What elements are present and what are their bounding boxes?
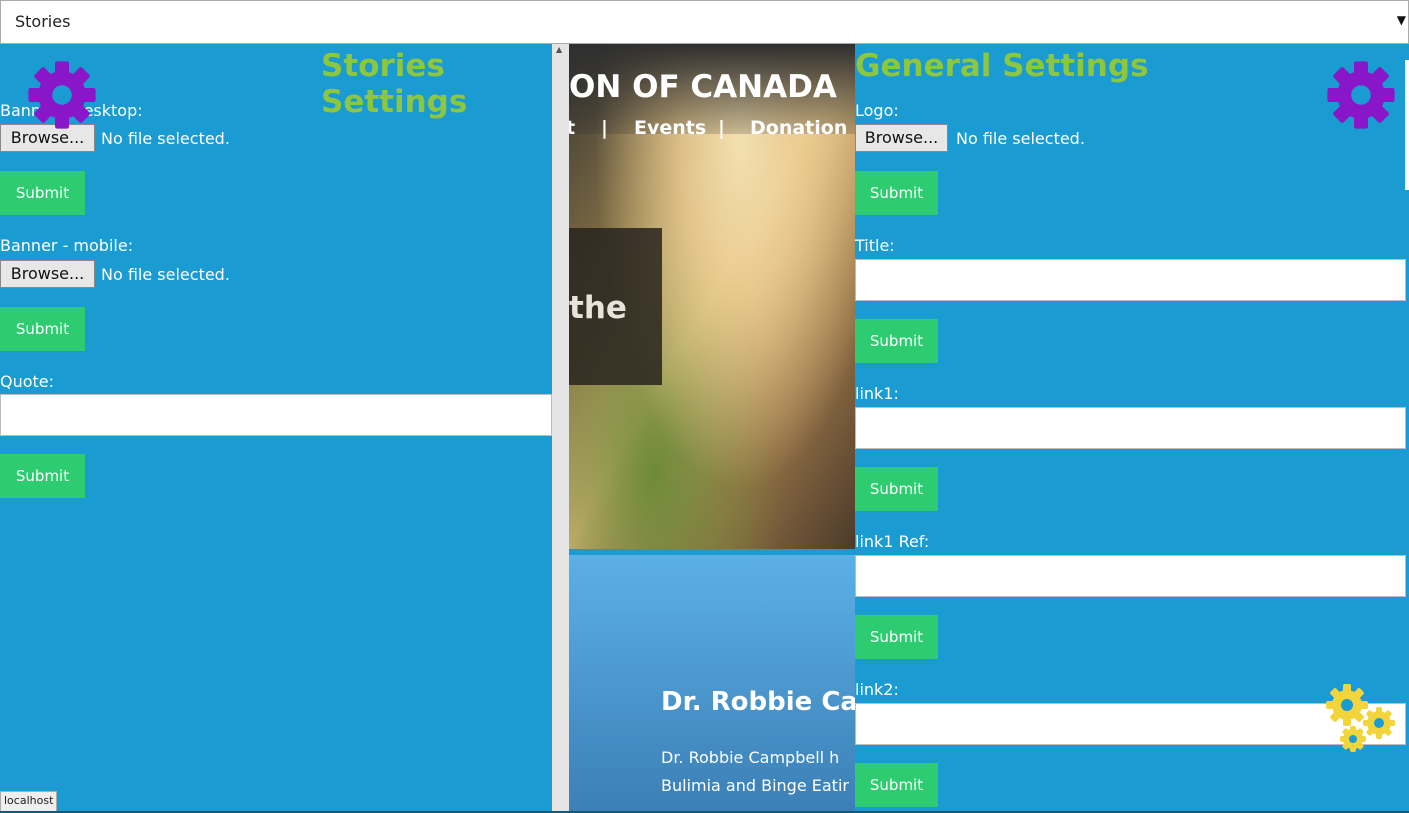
gear-icon[interactable] [27, 60, 97, 130]
browse-button[interactable]: Browse... [0, 260, 95, 288]
preview-scrollbar[interactable]: ▲ [552, 44, 569, 813]
organization-title: ON OF CANADA [569, 69, 837, 105]
profile-section [569, 555, 855, 813]
chevron-down-icon[interactable]: ▼ [1397, 13, 1406, 27]
page-scrollbar[interactable] [1405, 60, 1409, 190]
no-file-text: No file selected. [101, 265, 230, 284]
title-label: Title: [855, 236, 895, 255]
gear-icon[interactable] [1326, 60, 1396, 130]
logo-label: Logo: [855, 101, 899, 120]
general-settings-title: General Settings [855, 48, 1149, 84]
link1-input[interactable] [855, 407, 1406, 449]
site-preview: ON OF CANADA t | Events | Donation the D… [569, 44, 855, 813]
stories-settings-title: Stories Settings [321, 48, 468, 120]
doctor-name: Dr. Robbie Ca [661, 687, 855, 717]
stories-settings-panel: Stories Settings Banner - desktop: Brows… [0, 44, 552, 813]
submit-title-button[interactable]: Submit [855, 319, 938, 363]
link2-label: link2: [855, 680, 899, 699]
submit-logo-button[interactable]: Submit [855, 171, 938, 215]
page-select[interactable]: Stories ▼ [0, 0, 1409, 44]
page-select-value: Stories [15, 12, 71, 31]
browse-button[interactable]: Browse... [855, 124, 948, 152]
doctor-bio-line: Bulimia and Binge Eatir [661, 776, 849, 795]
scroll-up-icon[interactable]: ▲ [556, 45, 562, 54]
link1-ref-label: link1 Ref: [855, 532, 930, 551]
title-input[interactable] [855, 259, 1406, 301]
submit-quote-button[interactable]: Submit [0, 454, 85, 498]
no-file-text: No file selected. [101, 129, 230, 148]
submit-banner-desktop-button[interactable]: Submit [0, 171, 85, 215]
banner-mobile-label: Banner - mobile: [0, 236, 134, 255]
hero-caption-box: the [569, 228, 662, 385]
no-file-text: No file selected. [956, 129, 1085, 148]
doctor-bio-line: Dr. Robbie Campbell h [661, 748, 840, 767]
hero-caption-text: the [569, 290, 627, 326]
nav-separator: | [601, 117, 608, 139]
quote-label: Quote: [0, 372, 55, 391]
nav-separator: | [718, 117, 725, 139]
nav-link-donation[interactable]: Donation [750, 117, 847, 139]
gears-icon[interactable] [1324, 683, 1396, 755]
submit-link1-ref-button[interactable]: Submit [855, 615, 938, 659]
link1-ref-input[interactable] [855, 555, 1406, 597]
nav-link-events[interactable]: Events [634, 117, 706, 139]
submit-link2-button[interactable]: Submit [855, 763, 938, 807]
status-bar-url: localhost [0, 791, 58, 813]
submit-link1-button[interactable]: Submit [855, 467, 938, 511]
link1-label: link1: [855, 384, 899, 403]
submit-banner-mobile-button[interactable]: Submit [0, 307, 85, 351]
quote-input[interactable] [0, 394, 552, 436]
nav-link-partial[interactable]: t [569, 117, 575, 139]
